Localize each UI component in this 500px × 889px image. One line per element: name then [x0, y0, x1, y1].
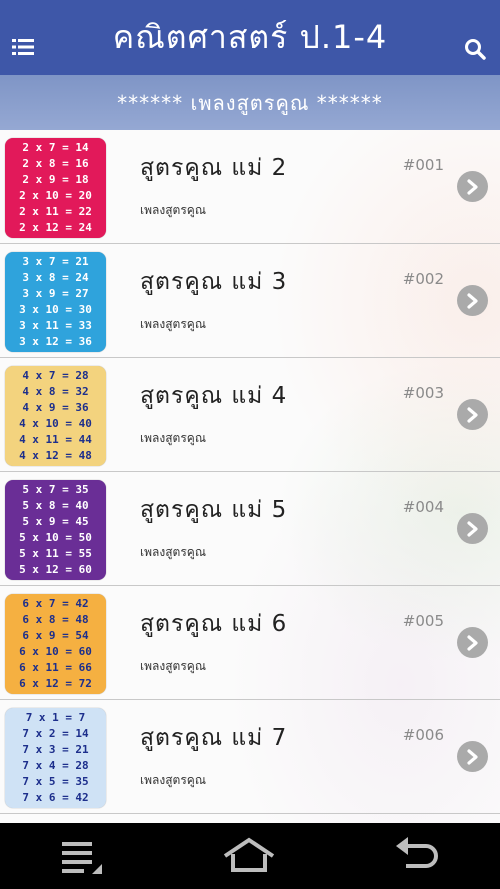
item-number: #004: [402, 498, 444, 516]
item-subtitle: เพลงสูตรคูณ: [140, 203, 206, 217]
search-icon[interactable]: [464, 38, 486, 60]
thumbnail-line: 6 x 11 = 66: [19, 661, 92, 674]
thumbnail-line: 6 x 9 = 54: [22, 629, 89, 642]
thumbnail-line: 2 x 8 = 16: [22, 157, 89, 170]
list-item[interactable]: 2 x 7 = 14 2 x 8 = 16 2 x 9 = 18 2 x 10 = 2…: [0, 130, 500, 244]
thumbnail-line: 6 x 10 = 60: [19, 645, 92, 658]
thumbnail-line: 3 x 10 = 30: [19, 303, 92, 316]
back-icon[interactable]: [392, 836, 442, 876]
item-title: สูตรคูณ แม่ 5: [140, 497, 288, 523]
thumbnail-line: 3 x 7 = 21: [22, 255, 89, 268]
thumbnail-image: 3 x 7 = 21 3 x 8 = 24 3 x 9 = 27 3 x 10 = 3…: [5, 252, 106, 352]
thumbnail-line: 7 x 5 = 35: [22, 775, 89, 788]
thumbnail-image: 2 x 7 = 14 2 x 8 = 16 2 x 9 = 18 2 x 10 = 2…: [5, 138, 106, 238]
menu-list-icon[interactable]: [12, 38, 34, 56]
thumbnail-line: 2 x 10 = 20: [19, 189, 92, 202]
thumbnail-image: 5 x 7 = 35 5 x 8 = 40 5 x 9 = 45 5 x 10 = 5…: [5, 480, 106, 580]
chevron-right-icon[interactable]: [457, 285, 488, 316]
item-title: สูตรคูณ แม่ 4: [140, 383, 288, 409]
thumbnail-line: 7 x 6 = 42: [22, 791, 89, 804]
thumbnail-line: 6 x 12 = 72: [19, 677, 92, 690]
thumbnail-line: 4 x 8 = 32: [22, 385, 89, 398]
thumbnail-line: 6 x 7 = 42: [22, 597, 89, 610]
item-subtitle: เพลงสูตรคูณ: [140, 431, 206, 445]
thumbnail-line: 5 x 12 = 60: [19, 563, 92, 576]
item-subtitle: เพลงสูตรคูณ: [140, 545, 206, 559]
song-list[interactable]: 2 x 7 = 14 2 x 8 = 16 2 x 9 = 18 2 x 10 = 2…: [0, 130, 500, 823]
app-title: คณิตศาสตร์ ป.1-4: [112, 18, 388, 56]
thumbnail-line: 5 x 11 = 55: [19, 547, 92, 560]
item-title: สูตรคูณ แม่ 6: [140, 611, 288, 637]
recent-apps-icon[interactable]: [58, 836, 106, 876]
list-item[interactable]: 5 x 7 = 35 5 x 8 = 40 5 x 9 = 45 5 x 10 = 5…: [0, 472, 500, 586]
thumbnail-image: 7 x 1 = 7 7 x 2 = 14 7 x 3 = 21 7 x 4 = 28 7…: [5, 708, 106, 808]
item-subtitle: เพลงสูตรคูณ: [140, 773, 206, 787]
list-item[interactable]: 4 x 7 = 28 4 x 8 = 32 4 x 9 = 36 4 x 10 = 4…: [0, 358, 500, 472]
thumbnail-line: 7 x 3 = 21: [22, 743, 89, 756]
list-item[interactable]: 7 x 1 = 7 7 x 2 = 14 7 x 3 = 21 7 x 4 = 28 7…: [0, 700, 500, 814]
app-bar: คณิตศาสตร์ ป.1-4: [0, 0, 500, 75]
list-item[interactable]: 3 x 7 = 21 3 x 8 = 24 3 x 9 = 27 3 x 10 = 3…: [0, 244, 500, 358]
list-item[interactable]: 6 x 7 = 42 6 x 8 = 48 6 x 9 = 54 6 x 10 = 6…: [0, 586, 500, 700]
thumbnail-line: 4 x 10 = 40: [19, 417, 92, 430]
thumbnail-line: 4 x 9 = 36: [22, 401, 89, 414]
thumbnail-line: 6 x 8 = 48: [22, 613, 89, 626]
item-subtitle: เพลงสูตรคูณ: [140, 317, 206, 331]
item-title: สูตรคูณ แม่ 7: [140, 725, 288, 751]
chevron-right-icon[interactable]: [457, 627, 488, 658]
thumbnail-line: 4 x 11 = 44: [19, 433, 92, 446]
thumbnail-line: 5 x 10 = 50: [19, 531, 92, 544]
item-title: สูตรคูณ แม่ 3: [140, 269, 288, 295]
thumbnail-line: 2 x 12 = 24: [19, 221, 92, 234]
thumbnail-line: 7 x 2 = 14: [22, 727, 89, 740]
thumbnail-line: 4 x 12 = 48: [19, 449, 92, 462]
item-number: #003: [402, 384, 444, 402]
chevron-right-icon[interactable]: [457, 513, 488, 544]
item-title: สูตรคูณ แม่ 2: [140, 155, 288, 181]
thumbnail-line: 7 x 1 = 7: [25, 711, 86, 724]
item-number: #002: [402, 270, 444, 288]
thumbnail-image: 6 x 7 = 42 6 x 8 = 48 6 x 9 = 54 6 x 10 = 6…: [5, 594, 106, 694]
thumbnail-line: 3 x 8 = 24: [22, 271, 89, 284]
thumbnail-line: 2 x 7 = 14: [22, 141, 89, 154]
chevron-right-icon[interactable]: [457, 399, 488, 430]
chevron-right-icon[interactable]: [457, 741, 488, 772]
item-number: #006: [402, 726, 444, 744]
chevron-right-icon[interactable]: [457, 171, 488, 202]
thumbnail-line: 4 x 7 = 28: [22, 369, 89, 382]
home-icon[interactable]: [221, 836, 277, 876]
thumbnail-line: 7 x 4 = 28: [22, 759, 89, 772]
thumbnail-line: 3 x 11 = 33: [19, 319, 92, 332]
thumbnail-line: 2 x 11 = 22: [19, 205, 92, 218]
thumbnail-line: 3 x 9 = 27: [22, 287, 89, 300]
thumbnail-line: 5 x 9 = 45: [22, 515, 89, 528]
item-subtitle: เพลงสูตรคูณ: [140, 659, 206, 673]
category-banner: ****** เพลงสูตรคูณ ******: [0, 75, 500, 130]
thumbnail-line: 3 x 12 = 36: [19, 335, 92, 348]
item-number: #005: [402, 612, 444, 630]
thumbnail-line: 5 x 8 = 40: [22, 499, 89, 512]
system-nav-bar: [0, 823, 500, 889]
thumbnail-image: 4 x 7 = 28 4 x 8 = 32 4 x 9 = 36 4 x 10 = 4…: [5, 366, 106, 466]
item-number: #001: [402, 156, 444, 174]
thumbnail-line: 5 x 7 = 35: [22, 483, 89, 496]
thumbnail-line: 2 x 9 = 18: [22, 173, 89, 186]
